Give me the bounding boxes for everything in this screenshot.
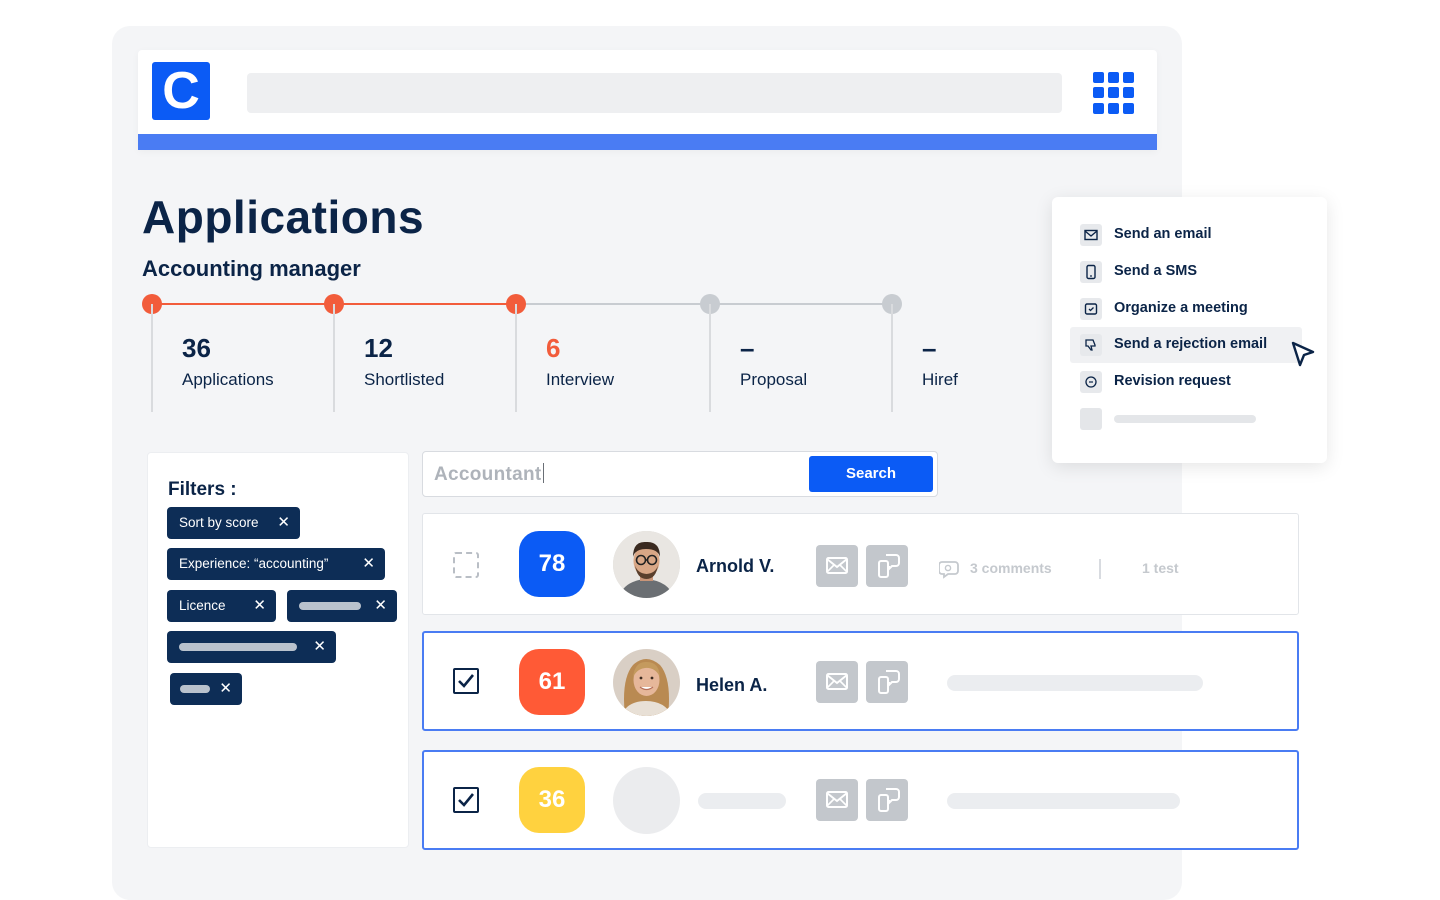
filter-chip-label: Licence	[179, 598, 226, 613]
stage-divider	[151, 304, 153, 412]
candidate-row[interactable]: 78 Arnold V. 3 comments 1 test	[422, 513, 1299, 615]
calendar-icon	[1080, 298, 1102, 320]
filter-chip-experience[interactable]: Experience: “accounting” ✕	[167, 548, 385, 580]
remove-filter-icon[interactable]: ✕	[277, 507, 290, 539]
avatar	[613, 649, 680, 716]
header-accent-bar	[138, 134, 1157, 150]
remove-filter-icon[interactable]: ✕	[219, 673, 232, 705]
filter-chip-label: Sort by score	[179, 515, 259, 530]
search-button[interactable]: Search	[809, 456, 933, 492]
menu-item-organize-meeting[interactable]: Organize a meeting	[1070, 291, 1302, 327]
chip-placeholder-bar	[299, 602, 361, 610]
placeholder-bar	[947, 675, 1203, 691]
stage-label: Proposal	[740, 370, 808, 389]
job-title: Accounting manager	[142, 256, 361, 281]
stage-count: –	[740, 333, 755, 363]
app-logo[interactable]: C	[152, 62, 210, 120]
stage-count: 36	[182, 333, 211, 363]
message-icon[interactable]	[866, 661, 908, 703]
placeholder-bar	[1114, 415, 1256, 423]
bulk-actions-menu: Send an email Send a SMS Organize a meet…	[1052, 197, 1327, 463]
phone-icon	[1080, 261, 1102, 283]
message-icon[interactable]	[866, 545, 908, 587]
remove-filter-icon[interactable]: ✕	[374, 590, 387, 622]
remove-filter-icon[interactable]: ✕	[253, 590, 266, 622]
comments-icon[interactable]	[939, 559, 961, 579]
filter-chip-placeholder[interactable]: ✕	[167, 631, 336, 663]
chip-placeholder-bar	[179, 643, 297, 651]
email-icon[interactable]	[816, 545, 858, 587]
score-badge: 61	[519, 649, 585, 715]
meta-divider	[1099, 559, 1101, 579]
filters-panel: Filters : Sort by score ✕ Experience: “a…	[147, 452, 409, 848]
candidate-row[interactable]: 61 Helen A.	[422, 631, 1299, 731]
filter-chip-label: Experience: “accounting”	[179, 556, 329, 571]
placeholder-bar	[947, 793, 1180, 809]
filter-chip-placeholder[interactable]: ✕	[170, 673, 242, 705]
candidate-search: Accountant Search	[422, 451, 938, 497]
chat-bubble-icon	[1080, 371, 1102, 393]
menu-item-send-email[interactable]: Send an email	[1070, 217, 1302, 253]
stage-divider	[709, 304, 711, 412]
name-placeholder-bar	[698, 793, 786, 809]
stage-divider	[891, 304, 893, 412]
remove-filter-icon[interactable]: ✕	[313, 631, 326, 663]
candidate-name[interactable]: Helen A.	[696, 675, 767, 696]
apps-grid-icon[interactable]	[1093, 72, 1135, 114]
menu-item-placeholder[interactable]	[1070, 401, 1302, 437]
stage-count: –	[922, 333, 937, 363]
stage-count: 12	[364, 333, 393, 363]
stage-divider	[515, 304, 517, 412]
avatar-placeholder	[613, 767, 680, 834]
stage-divider	[333, 304, 335, 412]
stage-count: 6	[546, 333, 561, 363]
candidate-name[interactable]: Arnold V.	[696, 556, 774, 577]
score-badge: 36	[519, 767, 585, 833]
menu-item-label: Revision request	[1114, 373, 1231, 389]
email-icon[interactable]	[816, 779, 858, 821]
filters-title: Filters :	[168, 479, 237, 500]
menu-item-send-rejection-email[interactable]: Send a rejection email	[1070, 327, 1302, 363]
select-checkbox[interactable]	[453, 668, 479, 694]
select-checkbox[interactable]	[453, 552, 479, 578]
stage-label: Hiref	[922, 370, 958, 389]
filter-chip-licence[interactable]: Licence ✕	[167, 590, 276, 622]
thumbs-down-icon	[1080, 334, 1102, 356]
menu-item-revision-request[interactable]: Revision request	[1070, 364, 1302, 400]
stage-label: Shortlisted	[364, 370, 445, 389]
stage-label: Interview	[546, 370, 615, 389]
email-icon	[1080, 224, 1102, 246]
placeholder-icon	[1080, 408, 1102, 430]
menu-item-send-sms[interactable]: Send a SMS	[1070, 254, 1302, 290]
avatar	[613, 531, 680, 598]
search-input-value: Accountant	[434, 464, 542, 485]
search-input[interactable]: Accountant	[434, 463, 544, 486]
filter-chip-placeholder[interactable]: ✕	[287, 590, 397, 622]
menu-item-label: Send a SMS	[1114, 263, 1197, 279]
comments-count[interactable]: 3 comments	[970, 560, 1052, 576]
filter-chip-sort-by-score[interactable]: Sort by score ✕	[167, 507, 300, 539]
remove-filter-icon[interactable]: ✕	[362, 548, 375, 580]
email-icon[interactable]	[816, 661, 858, 703]
menu-item-label: Organize a meeting	[1114, 300, 1248, 316]
select-checkbox[interactable]	[453, 787, 479, 813]
text-caret	[542, 463, 544, 483]
stage-label: Applications	[182, 370, 274, 389]
mouse-cursor-icon	[1291, 341, 1315, 367]
candidate-row[interactable]: 36	[422, 750, 1299, 850]
chip-placeholder-bar	[180, 685, 210, 693]
message-icon[interactable]	[866, 779, 908, 821]
app-header: C	[138, 50, 1157, 150]
global-search-bar[interactable]	[247, 73, 1062, 113]
menu-item-label: Send a rejection email	[1114, 336, 1268, 352]
tests-count[interactable]: 1 test	[1142, 560, 1179, 576]
page-title: Applications	[142, 191, 425, 243]
score-badge: 78	[519, 531, 585, 597]
menu-item-label: Send an email	[1114, 226, 1212, 242]
